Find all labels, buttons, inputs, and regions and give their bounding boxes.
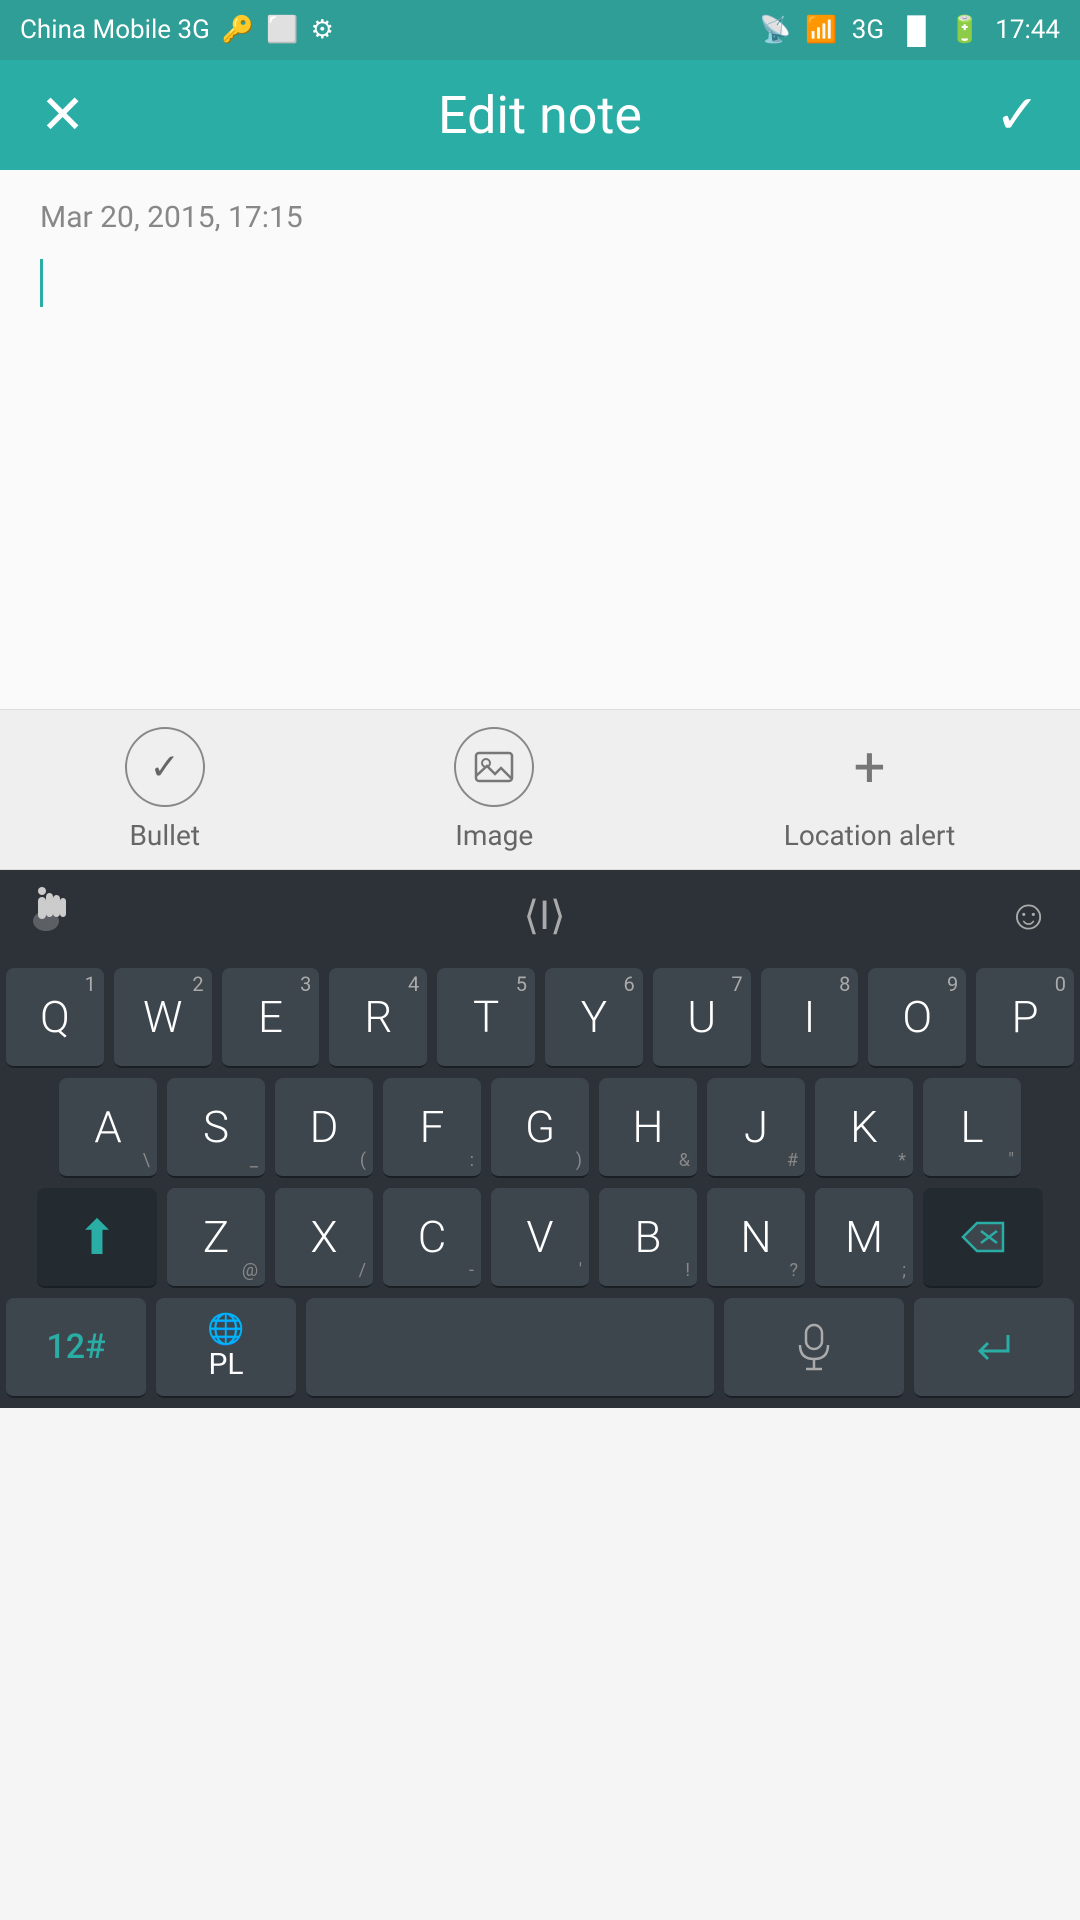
key-o[interactable]: 9 O (868, 968, 966, 1068)
hand-icon[interactable] (30, 883, 82, 947)
key-z[interactable]: Z @ (167, 1188, 265, 1288)
bullet-icon: ✓ (125, 727, 205, 807)
shift-arrow-icon: ⬆ (77, 1209, 117, 1266)
signal-icon: ▐▌ (898, 15, 935, 46)
key-n[interactable]: N ? (707, 1188, 805, 1288)
bullet-label: Bullet (129, 819, 200, 852)
page-title: Edit note (438, 85, 642, 146)
status-bar: China Mobile 3G 🔑 ⬜ ⚙ 📡 📶 3G ▐▌ 🔋 17:44 (0, 0, 1080, 60)
key-u[interactable]: 7 U (653, 968, 751, 1068)
key-c[interactable]: C - (383, 1188, 481, 1288)
wifi-icon: 📶 (805, 15, 837, 45)
space-key[interactable] (306, 1298, 714, 1398)
key-t[interactable]: 5 T (437, 968, 535, 1068)
time-label: 17:44 (995, 15, 1060, 45)
globe-icon: 🌐 (207, 1312, 244, 1347)
asdf-row: A \ S _ D ( F : G ) H & (6, 1078, 1074, 1178)
key-p[interactable]: 0 P (976, 968, 1074, 1068)
bottom-row: 12# 🌐 PL (0, 1298, 1080, 1408)
note-date: Mar 20, 2015, 17:15 (40, 200, 1040, 235)
sim-icon: 📡 (759, 15, 791, 45)
mic-key[interactable] (724, 1298, 904, 1398)
note-cursor-line (40, 255, 1040, 307)
key-x[interactable]: X / (275, 1188, 373, 1288)
close-button[interactable]: ✕ (40, 88, 85, 142)
action-toolbar: ✓ Bullet Image + Location alert (0, 710, 1080, 870)
image-icon (454, 727, 534, 807)
backspace-key[interactable] (923, 1188, 1043, 1288)
key-r[interactable]: 4 R (329, 968, 427, 1068)
screen-icon: ⬜ (266, 15, 298, 45)
image-label: Image (455, 819, 533, 852)
key-h[interactable]: H & (599, 1078, 697, 1178)
text-cursor (40, 259, 43, 307)
status-right: 📡 📶 3G ▐▌ 🔋 17:44 (759, 15, 1060, 46)
location-action[interactable]: + Location alert (784, 727, 956, 852)
emoji-icon[interactable]: ☺ (1007, 891, 1050, 940)
key-e[interactable]: 3 E (222, 968, 320, 1068)
key-l[interactable]: L " (923, 1078, 1021, 1178)
location-label: Location alert (784, 819, 956, 852)
key-v[interactable]: V ' (491, 1188, 589, 1288)
key-q[interactable]: 1 Q (6, 968, 104, 1068)
location-icon: + (830, 727, 910, 807)
cursor-position-icon[interactable]: ⟨I⟩ (524, 892, 566, 939)
bullet-action[interactable]: ✓ Bullet (125, 727, 205, 852)
key-g[interactable]: G ) (491, 1078, 589, 1178)
note-area[interactable]: Mar 20, 2015, 17:15 (0, 170, 1080, 710)
key-b[interactable]: B ! (599, 1188, 697, 1288)
key-w[interactable]: 2 W (114, 968, 212, 1068)
lang-key[interactable]: 🌐 PL (156, 1298, 296, 1398)
battery-icon: 🔋 (949, 15, 981, 45)
key-j[interactable]: J # (707, 1078, 805, 1178)
keys-section: 1 Q 2 W 3 E 4 R 5 T 6 Y (0, 960, 1080, 1288)
image-action[interactable]: Image (454, 727, 534, 852)
keyboard: ⟨I⟩ ☺ 1 Q 2 W 3 E 4 R 5 T (0, 870, 1080, 1408)
key-d[interactable]: D ( (275, 1078, 373, 1178)
toolbar: ✕ Edit note ✓ (0, 60, 1080, 170)
qwerty-row: 1 Q 2 W 3 E 4 R 5 T 6 Y (6, 968, 1074, 1068)
enter-key[interactable] (914, 1298, 1074, 1398)
keyboard-top-row: ⟨I⟩ ☺ (0, 870, 1080, 960)
key-f[interactable]: F : (383, 1078, 481, 1178)
carrier-label: China Mobile 3G (20, 15, 210, 45)
shift-key[interactable]: ⬆ (37, 1188, 157, 1288)
key-s[interactable]: S _ (167, 1078, 265, 1178)
network-label: 3G (852, 15, 884, 45)
android-icon: ⚙ (311, 15, 334, 45)
confirm-button[interactable]: ✓ (995, 88, 1040, 142)
key-i[interactable]: 8 I (761, 968, 859, 1068)
key-y[interactable]: 6 Y (545, 968, 643, 1068)
key-icon: 🔑 (222, 15, 254, 45)
key-a[interactable]: A \ (59, 1078, 157, 1178)
key-m[interactable]: M ; (815, 1188, 913, 1288)
zxcv-row: ⬆ Z @ X / C - V ' B ! N (6, 1188, 1074, 1288)
num-key[interactable]: 12# (6, 1298, 146, 1398)
key-k[interactable]: K * (815, 1078, 913, 1178)
status-left: China Mobile 3G 🔑 ⬜ ⚙ (20, 15, 334, 45)
